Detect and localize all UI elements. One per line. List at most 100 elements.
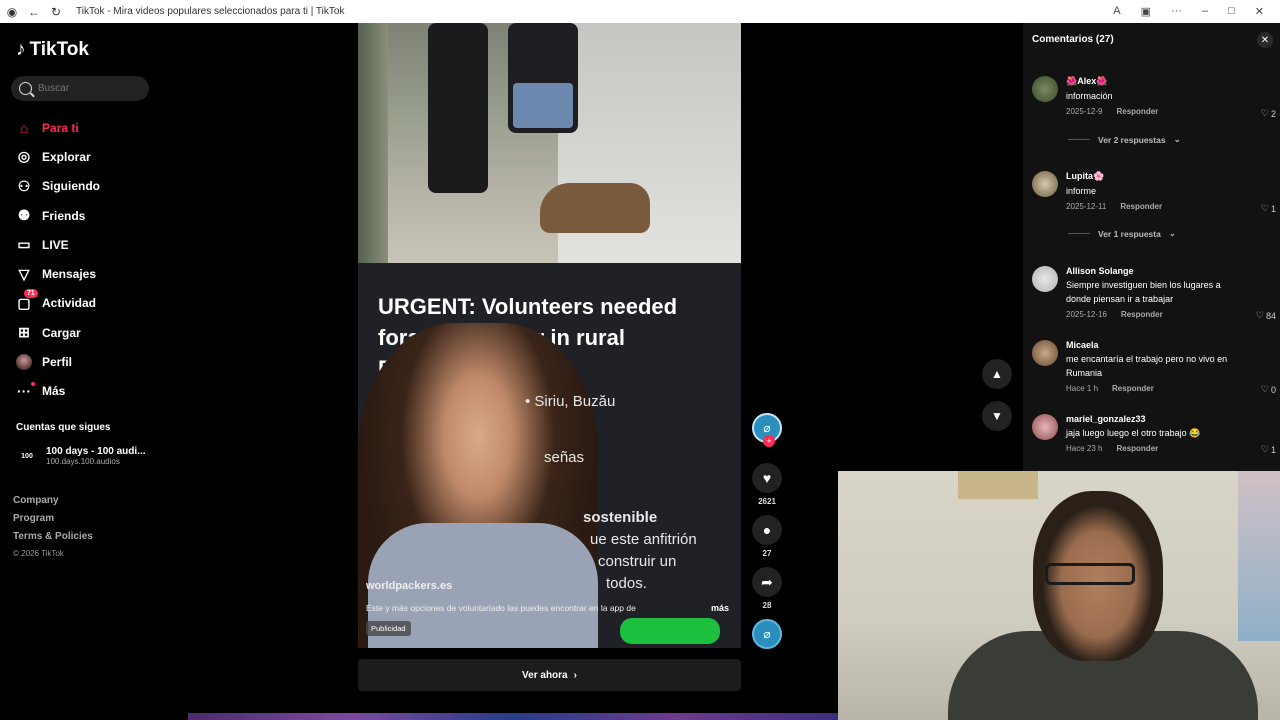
- reply-button[interactable]: Responder: [1116, 444, 1158, 453]
- see-now-button[interactable]: Ver ahora ›: [358, 659, 741, 691]
- commenter-name[interactable]: Micaela: [1066, 340, 1236, 350]
- friends-icon: ⚉: [17, 207, 31, 224]
- comment-like[interactable]: ♡ 84: [1256, 310, 1276, 321]
- translate-icon[interactable]: A: [1113, 5, 1120, 18]
- reader-icon[interactable]: ▣: [1141, 5, 1151, 18]
- sidebar-item-explorar[interactable]: ◎ Explorar: [16, 142, 100, 171]
- commenter-avatar[interactable]: [1032, 266, 1058, 292]
- video-text-line: todos.: [606, 575, 647, 592]
- close-window-icon[interactable]: ✕: [1255, 5, 1264, 18]
- comment-like-count: 1: [1270, 203, 1276, 214]
- webcam-overlay: [838, 471, 1280, 720]
- comment-button[interactable]: ●: [752, 515, 782, 545]
- video-author[interactable]: worldpackers.es: [366, 580, 452, 592]
- comment-count: 27: [762, 549, 772, 558]
- browser-nav: ◉ ← ↻: [0, 5, 62, 19]
- like-button[interactable]: ♥: [752, 463, 782, 493]
- commenter-avatar[interactable]: [1032, 340, 1058, 366]
- comments-header: Comentarios (27): [1032, 34, 1114, 45]
- following-account[interactable]: 100 100 days - 100 audi... 100.days.100.…: [16, 445, 146, 467]
- minimize-icon[interactable]: –: [1202, 5, 1208, 18]
- search-input[interactable]: [38, 83, 138, 94]
- comment-like[interactable]: ♡ 2: [1261, 108, 1276, 119]
- reply-button[interactable]: Responder: [1120, 202, 1162, 211]
- video-text-line: señas: [544, 449, 585, 466]
- menu-dots-icon[interactable]: ···: [1171, 5, 1182, 18]
- refresh-icon[interactable]: ↻: [50, 5, 62, 19]
- sidebar-item-friends[interactable]: ⚉ Friends: [16, 201, 100, 230]
- commenter-name[interactable]: Allison Solange: [1066, 266, 1236, 276]
- close-icon: ✕: [1260, 34, 1270, 46]
- photo-wall: [358, 23, 388, 263]
- sidebar-item-label: Mensajes: [42, 267, 97, 282]
- reply-button[interactable]: Responder: [1121, 310, 1163, 319]
- heart-outline-icon: ♡: [1260, 203, 1269, 213]
- commenter-avatar[interactable]: [1032, 76, 1058, 102]
- maximize-icon[interactable]: □: [1228, 5, 1235, 18]
- sidebar-item-mensajes[interactable]: ▽ Mensajes: [16, 259, 100, 288]
- view-replies-button[interactable]: Ver 2 respuestas ⌄: [1068, 134, 1181, 145]
- comment-like[interactable]: ♡ 0: [1261, 384, 1276, 395]
- sidebar-item-label: Siguiendo: [42, 179, 100, 194]
- back-icon[interactable]: ←: [28, 5, 40, 19]
- comment-date: Hace 1 h: [1066, 384, 1099, 393]
- follow-plus-icon[interactable]: +: [763, 435, 775, 447]
- commenter-name[interactable]: mariel_gonzalez33: [1066, 414, 1236, 424]
- view-replies-label: Ver 2 respuestas: [1098, 134, 1166, 145]
- following-icon: ⚇: [17, 177, 31, 194]
- sound-disc-icon[interactable]: ⌀: [752, 619, 782, 649]
- comment-like[interactable]: ♡ 1: [1261, 444, 1276, 455]
- sidebar-item-perfil[interactable]: Perfil: [16, 347, 100, 376]
- wall-poster: [1238, 471, 1280, 641]
- view-replies-button[interactable]: Ver 1 respuesta ⌄: [1068, 228, 1176, 239]
- photo-dog: [540, 183, 650, 233]
- next-video-button[interactable]: ▼: [982, 401, 1012, 431]
- sidebar-item-label: Más: [42, 384, 66, 399]
- sidebar-item-label: Friends: [42, 208, 86, 223]
- footer-link-company[interactable]: Company: [13, 495, 93, 513]
- sidebar-item-mas[interactable]: ··· Más: [16, 377, 100, 406]
- sidebar-item-live[interactable]: ▭ LIVE: [16, 230, 100, 259]
- sidebar-item-actividad[interactable]: ▢ 71 Actividad: [16, 289, 100, 318]
- tiktok-logo[interactable]: ♪ TikTok: [16, 39, 89, 61]
- footer-link-program[interactable]: Program: [13, 513, 93, 531]
- video-green-bar: [620, 618, 720, 644]
- previous-video-button[interactable]: ▲: [982, 359, 1012, 389]
- footer-link-terms[interactable]: Terms & Policies: [13, 531, 93, 549]
- comment-like[interactable]: ♡ 1: [1261, 203, 1276, 214]
- sidebar-item-label: Cargar: [42, 325, 81, 340]
- like-count: 2621: [758, 497, 776, 506]
- creator-avatar[interactable]: ⌀ +: [752, 413, 782, 447]
- see-now-label: Ver ahora: [522, 669, 568, 681]
- sidebar-item-label: Perfil: [42, 355, 73, 370]
- ad-badge: Publicidad: [366, 621, 411, 636]
- video-description: Este y más opciones de voluntariado las …: [366, 603, 636, 613]
- commenter-name[interactable]: Lupita🌸: [1066, 171, 1236, 182]
- share-button[interactable]: ➦: [752, 567, 782, 597]
- reply-button[interactable]: Responder: [1116, 107, 1158, 116]
- commenter-avatar[interactable]: [1032, 171, 1058, 197]
- sidebar-item-label: LIVE: [42, 237, 69, 252]
- share-count: 28: [762, 601, 772, 610]
- comment-like-count: 1: [1270, 444, 1276, 455]
- search-box[interactable]: [11, 76, 149, 101]
- compass-icon: ◎: [17, 148, 31, 165]
- share-icon: ➦: [761, 573, 773, 590]
- sidebar-item-siguiendo[interactable]: ⚇ Siguiendo: [16, 172, 100, 201]
- more-icon: ···: [16, 382, 35, 399]
- sidebar-item-cargar[interactable]: ⊞ Cargar: [16, 318, 100, 347]
- commenter-avatar[interactable]: [1032, 414, 1058, 440]
- comment-like-count: 2: [1270, 108, 1276, 119]
- next-video-preview[interactable]: [188, 713, 838, 720]
- comment-date: 2025-12-11: [1066, 202, 1107, 211]
- video-player[interactable]: URGENT: Volunteers needed fora dog shelt…: [358, 23, 741, 648]
- chevron-up-icon: ▲: [991, 367, 1003, 381]
- close-comments-button[interactable]: ✕: [1257, 32, 1273, 48]
- more-button[interactable]: más: [711, 603, 729, 613]
- commenter-name[interactable]: 🌺Alex🌺: [1066, 76, 1236, 87]
- sidebar: ♪ TikTok ⌂ Para ti ◎ Explorar ⚇ Siguiend…: [0, 23, 170, 720]
- reply-button[interactable]: Responder: [1112, 384, 1154, 393]
- comments-title: Comentarios: [1032, 34, 1094, 45]
- sidebar-item-para-ti[interactable]: ⌂ Para ti: [16, 113, 100, 142]
- sidebar-menu: ⌂ Para ti ◎ Explorar ⚇ Siguiendo ⚉ Frien…: [16, 113, 100, 406]
